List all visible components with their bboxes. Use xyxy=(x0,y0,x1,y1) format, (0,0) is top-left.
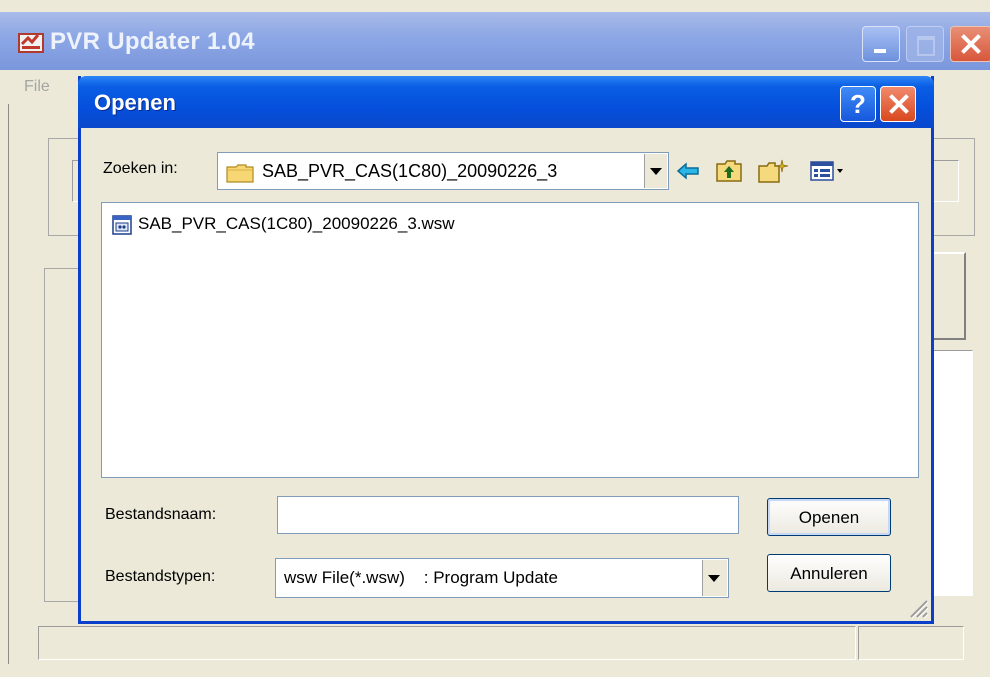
main-titlebar[interactable]: PVR Updater 1.04 xyxy=(0,12,990,70)
file-type-value: wsw File(*.wsw) : Program Update xyxy=(284,568,558,587)
look-in-label: Zoeken in: xyxy=(103,160,178,177)
help-button[interactable]: ? xyxy=(840,86,876,122)
main-button-right[interactable] xyxy=(934,252,966,340)
file-list[interactable]: SAB_PVR_CAS(1C80)_20090226_3.wsw xyxy=(101,202,919,478)
app-icon xyxy=(18,33,44,53)
window-edge xyxy=(8,104,9,664)
file-name: SAB_PVR_CAS(1C80)_20090226_3.wsw xyxy=(138,214,455,233)
back-arrow-icon[interactable] xyxy=(675,158,701,184)
main-log-area xyxy=(934,350,973,596)
dialog-title: Openen xyxy=(94,90,176,115)
look-in-dropdown-button[interactable] xyxy=(644,154,667,188)
file-type-dropdown-button[interactable] xyxy=(702,560,727,596)
cancel-button[interactable]: Annuleren xyxy=(767,554,891,592)
new-folder-icon[interactable] xyxy=(757,158,789,184)
main-field-top-right xyxy=(934,160,959,202)
resize-grip-icon[interactable] xyxy=(907,597,929,619)
view-menu-icon[interactable] xyxy=(809,158,845,184)
main-close-button[interactable] xyxy=(950,26,990,62)
dialog-close-button[interactable] xyxy=(880,86,916,122)
minimize-button[interactable] xyxy=(862,26,900,62)
look-in-combobox[interactable]: SAB_PVR_CAS(1C80)_20090226_3 xyxy=(217,152,669,190)
main-statusbar-right xyxy=(858,626,964,660)
file-name-label: Bestandsnaam: xyxy=(105,506,217,523)
file-type-combobox[interactable]: wsw File(*.wsw) : Program Update xyxy=(275,558,729,598)
menu-file[interactable]: File xyxy=(24,78,50,96)
main-statusbar-left xyxy=(38,626,856,660)
wsw-file-icon xyxy=(112,215,132,235)
dialog-titlebar[interactable]: Openen ? xyxy=(78,76,934,128)
look-in-value: SAB_PVR_CAS(1C80)_20090226_3 xyxy=(262,161,558,181)
file-type-label: Bestandstypen: xyxy=(105,568,216,585)
up-folder-icon[interactable] xyxy=(715,158,743,184)
folder-icon xyxy=(226,164,254,183)
maximize-button[interactable] xyxy=(906,26,944,62)
open-dialog: Openen ? Zoeken in: SAB_PVR_CAS(1C80)_20… xyxy=(78,76,934,624)
main-window-title: PVR Updater 1.04 xyxy=(50,28,255,55)
file-name-input[interactable] xyxy=(277,496,739,534)
open-button[interactable]: Openen xyxy=(767,498,891,536)
